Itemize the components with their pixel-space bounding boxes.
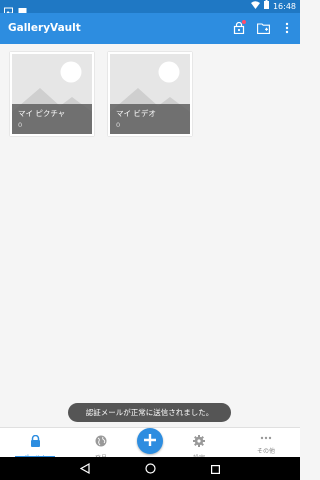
nav-item-more[interactable]: その他 (241, 428, 291, 458)
back-icon (79, 459, 90, 478)
album-thumbnail: マイ ビデオ 0 (110, 54, 190, 134)
home-icon (144, 459, 156, 478)
more-horiz-icon (260, 432, 272, 444)
album-name: マイ ピクチャ (18, 109, 66, 118)
more-vert-icon (285, 19, 289, 38)
toast-message: 認証メールが正常に送信されました。 (68, 403, 231, 422)
battery-icon (263, 0, 269, 13)
more-options-button[interactable] (280, 22, 294, 36)
status-time: 16:48 (272, 2, 296, 11)
home-button[interactable] (144, 462, 156, 474)
add-icon (143, 432, 157, 451)
nav-label: その他 (256, 448, 275, 455)
album-grid: マイ ピクチャ 0 マイ ビデオ 0 (10, 52, 192, 136)
album-thumbnail: マイ ピクチャ 0 (12, 54, 92, 134)
status-bar: 16:48 (0, 0, 300, 16)
globe-icon (95, 432, 107, 451)
album-card-videos[interactable]: マイ ビデオ 0 (108, 52, 192, 136)
album-name: マイ ビデオ (116, 109, 156, 118)
nav-item-vault[interactable]: ポールト (10, 428, 60, 462)
back-button[interactable] (79, 462, 91, 474)
new-folder-button[interactable] (256, 22, 270, 36)
system-nav-bar (0, 457, 300, 480)
app-bar: GalleryVault (0, 13, 300, 44)
app-title: GalleryVault (8, 22, 81, 34)
add-button[interactable] (137, 428, 163, 454)
album-count: 0 (116, 121, 121, 129)
nav-item-discover[interactable]: 発見 (76, 428, 126, 462)
album-label: マイ ビデオ 0 (110, 104, 190, 134)
gear-icon (193, 432, 205, 451)
album-card-pictures[interactable]: マイ ピクチャ 0 (10, 52, 94, 136)
album-count: 0 (18, 121, 23, 129)
wifi-icon (250, 0, 260, 13)
album-label: マイ ピクチャ 0 (12, 104, 92, 134)
private-lock-button[interactable] (232, 19, 246, 36)
lock-icon (30, 432, 41, 451)
recents-icon (210, 459, 220, 478)
new-folder-icon (256, 19, 270, 38)
recents-button[interactable] (209, 462, 221, 474)
nav-item-settings[interactable]: 設定 (174, 428, 224, 462)
notification-dot (242, 19, 246, 24)
